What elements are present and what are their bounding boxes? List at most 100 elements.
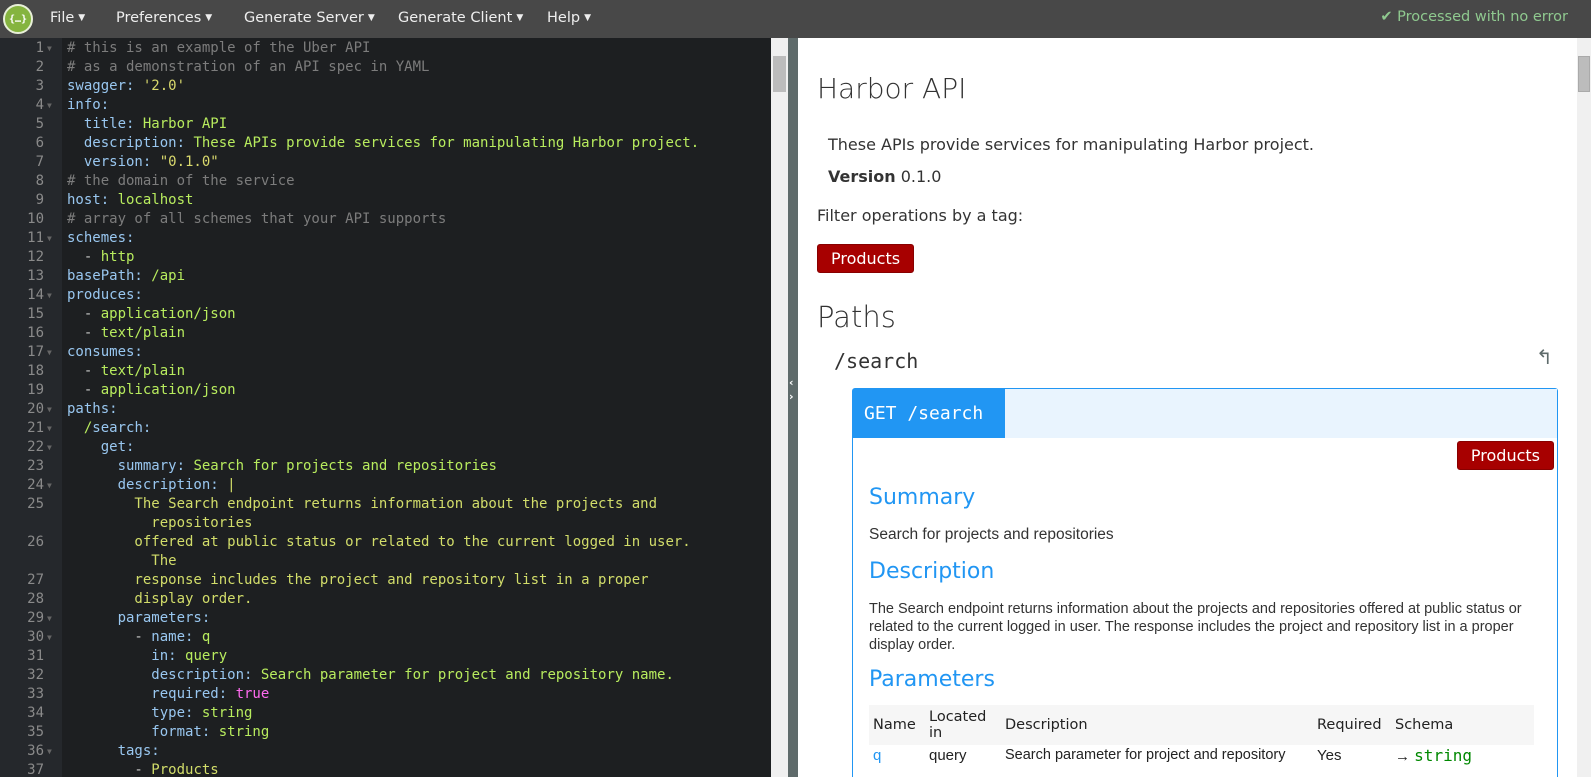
- fold-toggle-icon[interactable]: ▼: [47, 39, 52, 58]
- code-line[interactable]: 37 - Products: [0, 761, 771, 777]
- menu-file[interactable]: File ▼: [50, 10, 85, 26]
- col-required: Required: [1313, 705, 1391, 745]
- code-line[interactable]: 25 The Search endpoint returns informati…: [0, 495, 771, 514]
- code-line[interactable]: 15 - application/json: [0, 305, 771, 324]
- code-line[interactable]: 8 # the domain of the service: [0, 172, 771, 191]
- menu-help[interactable]: Help ▼: [547, 10, 591, 26]
- code-line[interactable]: 26 offered at public status or related t…: [0, 533, 771, 552]
- code-line[interactable]: 24 ▼ description: |: [0, 476, 771, 495]
- code-line[interactable]: 5 title: Harbor API: [0, 115, 771, 134]
- fold-toggle-icon[interactable]: ▼: [47, 419, 52, 438]
- code-line[interactable]: 16 - text/plain: [0, 324, 771, 343]
- code-line[interactable]: 10 # array of all schemes that your API s…: [0, 210, 771, 229]
- line-number: 32: [27, 667, 44, 683]
- code-token: paths:: [67, 401, 118, 417]
- fold-toggle-icon[interactable]: ▼: [47, 343, 52, 362]
- fold-toggle-icon[interactable]: ▼: [47, 400, 52, 419]
- code-line[interactable]: 27 response includes the project and rep…: [0, 571, 771, 590]
- operation-method-path[interactable]: GET /search: [853, 389, 1005, 438]
- scrollbar-thumb[interactable]: [773, 56, 786, 92]
- fold-toggle-icon[interactable]: ▼: [47, 229, 52, 248]
- menu-preferences[interactable]: Preferences ▼: [116, 10, 212, 26]
- code-line[interactable]: 4 ▼ info:: [0, 96, 771, 115]
- code-line[interactable]: 22 ▼ get:: [0, 438, 771, 457]
- code-line[interactable]: 2 # as a demonstration of an API spec in …: [0, 58, 771, 77]
- line-text: host: localhost: [67, 191, 193, 210]
- code-line[interactable]: 36 ▼ tags:: [0, 742, 771, 761]
- line-number: 6: [35, 135, 44, 151]
- code-token: application/json: [100, 306, 236, 322]
- tag-filter-products[interactable]: Products: [817, 244, 915, 273]
- line-number: 34: [27, 705, 44, 721]
- line-text: paths:: [67, 400, 118, 419]
- line-text: title: Harbor API: [67, 115, 227, 134]
- scrollbar-thumb[interactable]: [1578, 56, 1590, 92]
- collapse-left-icon[interactable]: ‹: [789, 376, 794, 389]
- fold-toggle-icon[interactable]: ▼: [47, 476, 52, 495]
- code-line[interactable]: 17 ▼ consumes:: [0, 343, 771, 362]
- line-number: 12: [27, 249, 44, 265]
- yaml-editor[interactable]: 1 ▼ # this is an example of the Uber API 2 #…: [0, 38, 771, 777]
- code-lines: 1 ▼ # this is an example of the Uber API 2 #…: [0, 39, 771, 777]
- preview-scrollbar[interactable]: [1577, 38, 1591, 777]
- fold-toggle-icon[interactable]: ▼: [47, 609, 52, 628]
- line-text: description: These APIs provide services…: [67, 134, 699, 153]
- fold-toggle-icon[interactable]: ▼: [47, 438, 52, 457]
- col-name: Name: [869, 705, 925, 745]
- line-text: summary: Search for projects and reposit…: [67, 457, 497, 476]
- code-token: localhost: [117, 192, 194, 208]
- code-line[interactable]: 21 ▼ /search:: [0, 419, 771, 438]
- code-line[interactable]: 33 required: true: [0, 685, 771, 704]
- line-text: in: query: [67, 647, 227, 666]
- jump-to-source-icon[interactable]: ↰: [1536, 345, 1553, 369]
- code-token: Products: [151, 762, 219, 777]
- code-token: # the domain of the service: [67, 173, 295, 189]
- code-line[interactable]: 3 swagger: '2.0': [0, 77, 771, 96]
- code-token: parameters:: [67, 610, 211, 626]
- fold-toggle-icon[interactable]: ▼: [47, 742, 52, 761]
- code-line[interactable]: 30 ▼ - name: q: [0, 628, 771, 647]
- code-line[interactable]: 6 description: These APIs provide servic…: [0, 134, 771, 153]
- code-token: /: [67, 420, 93, 436]
- code-line[interactable]: 31 in: query: [0, 647, 771, 666]
- menu-generate-server[interactable]: Generate Server ▼: [244, 10, 375, 26]
- line-number: 9: [35, 192, 44, 208]
- param-schema[interactable]: → string: [1391, 745, 1534, 767]
- code-token: info:: [67, 97, 110, 113]
- line-text: display order.: [67, 590, 252, 609]
- code-line[interactable]: 9 host: localhost: [0, 191, 771, 210]
- code-line[interactable]: 23 summary: Search for projects and repo…: [0, 457, 771, 476]
- code-token: string: [201, 705, 253, 721]
- code-line[interactable]: 7 version: "0.1.0": [0, 153, 771, 172]
- code-line[interactable]: The: [0, 552, 771, 571]
- menu-generate-client[interactable]: Generate Client ▼: [398, 10, 523, 26]
- api-version: Version 0.1.0: [828, 167, 941, 186]
- code-line[interactable]: 14 ▼ produces:: [0, 286, 771, 305]
- operation-header[interactable]: GET /search: [853, 389, 1557, 438]
- code-line[interactable]: 19 - application/json: [0, 381, 771, 400]
- code-line[interactable]: 34 type: string: [0, 704, 771, 723]
- code-line[interactable]: 11 ▼ schemes:: [0, 229, 771, 248]
- api-title: Harbor API: [817, 72, 967, 105]
- line-number: 36: [27, 743, 44, 759]
- fold-toggle-icon[interactable]: ▼: [47, 96, 52, 115]
- code-line[interactable]: 20 ▼ paths:: [0, 400, 771, 419]
- code-line[interactable]: 28 display order.: [0, 590, 771, 609]
- swagger-logo[interactable]: {…}: [3, 4, 33, 34]
- code-line[interactable]: 29 ▼ parameters:: [0, 609, 771, 628]
- code-line[interactable]: 1 ▼ # this is an example of the Uber API: [0, 39, 771, 58]
- pane-divider[interactable]: ‹ ›: [788, 38, 798, 777]
- operation-tag-products[interactable]: Products: [1456, 441, 1554, 470]
- code-line[interactable]: 32 description: Search parameter for pro…: [0, 666, 771, 685]
- code-line[interactable]: repositories: [0, 514, 771, 533]
- collapse-right-icon[interactable]: ›: [789, 390, 794, 403]
- editor-scrollbar[interactable]: [771, 38, 788, 777]
- code-line[interactable]: 18 - text/plain: [0, 362, 771, 381]
- fold-toggle-icon[interactable]: ▼: [47, 628, 52, 647]
- code-line[interactable]: 13 basePath: /api: [0, 267, 771, 286]
- fold-toggle-icon[interactable]: ▼: [47, 286, 52, 305]
- code-line[interactable]: 35 format: string: [0, 723, 771, 742]
- line-text: # this is an example of the Uber API: [67, 39, 370, 58]
- code-line[interactable]: 12 - http: [0, 248, 771, 267]
- line-text: format: string: [67, 723, 269, 742]
